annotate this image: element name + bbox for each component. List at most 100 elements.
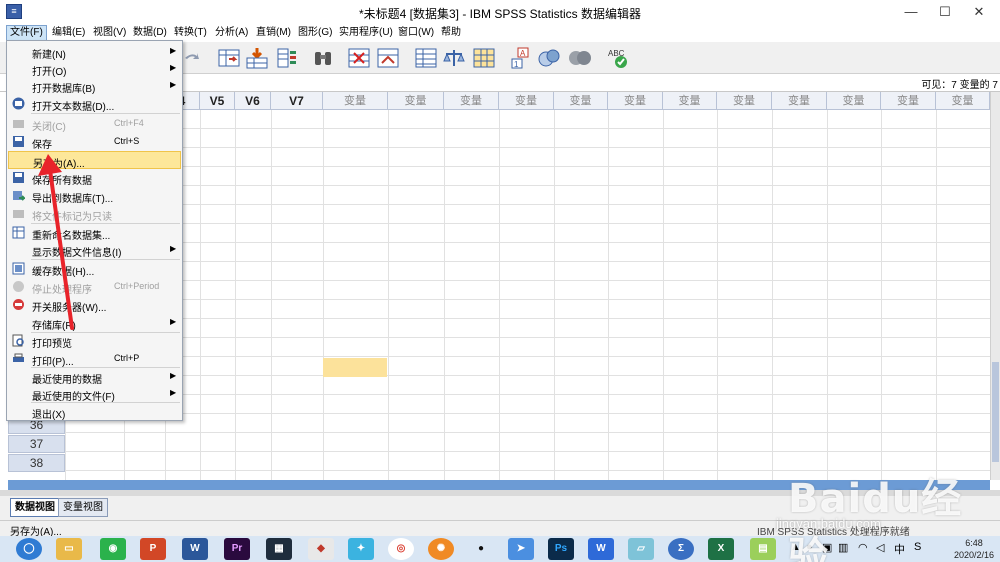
- scale-icon[interactable]: [442, 46, 466, 70]
- menu-help[interactable]: 帮助: [438, 25, 464, 41]
- tablet-icon[interactable]: ▱: [628, 538, 654, 560]
- menu-item-shortcut: Ctrl+F4: [114, 118, 144, 128]
- column-header[interactable]: 变量: [936, 92, 990, 110]
- menu-item-close[interactable]: 关闭(C) Ctrl+F4: [8, 115, 181, 133]
- swift-icon[interactable]: ➤: [508, 538, 534, 560]
- column-header[interactable]: 变量: [444, 92, 499, 110]
- fox-icon[interactable]: ✺: [428, 538, 454, 560]
- row-header[interactable]: 38: [8, 454, 65, 472]
- menu-item-shortcut: Ctrl+P: [114, 353, 140, 363]
- column-header[interactable]: V6: [235, 92, 271, 110]
- split-file-icon[interactable]: [347, 46, 371, 70]
- column-header[interactable]: 变量: [608, 92, 663, 110]
- premiere-icon[interactable]: Pr: [224, 538, 250, 560]
- menu-utilities[interactable]: 实用程序(U): [336, 25, 396, 41]
- menu-data[interactable]: 数据(D): [130, 25, 170, 41]
- powerpoint-icon[interactable]: P: [140, 538, 166, 560]
- minimize-button[interactable]: —: [894, 2, 928, 22]
- menu-item-repository[interactable]: 存储库(R) ▶: [8, 314, 181, 332]
- menu-window[interactable]: 窗口(W): [395, 25, 437, 41]
- column-header[interactable]: 变量: [881, 92, 936, 110]
- menu-view[interactable]: 视图(V): [90, 25, 129, 41]
- sets-icon[interactable]: [537, 46, 561, 70]
- close-button[interactable]: ✕: [962, 2, 996, 22]
- menu-transform[interactable]: 转换(T): [171, 25, 210, 41]
- column-header[interactable]: V7: [271, 92, 323, 110]
- menu-item-print-preview[interactable]: 打印预览: [8, 332, 181, 350]
- column-header[interactable]: 变量: [663, 92, 717, 110]
- menu-item-save-all-data[interactable]: 保存所有数据: [8, 169, 181, 187]
- column-header[interactable]: 变量: [717, 92, 772, 110]
- spss-icon[interactable]: Σ: [668, 538, 694, 560]
- video-editor-icon[interactable]: ▦: [266, 538, 292, 560]
- grid-line: [65, 204, 990, 205]
- start-icon[interactable]: ◯: [16, 538, 42, 560]
- tab-variable-view[interactable]: 变量视图: [58, 498, 108, 517]
- weight-cases-icon[interactable]: [376, 46, 400, 70]
- menu-item-cache-data[interactable]: 缓存数据(H)...: [8, 260, 181, 278]
- menu-item-save[interactable]: 保存 Ctrl+S: [8, 133, 181, 151]
- menu-graphs[interactable]: 图形(G): [295, 25, 335, 41]
- column-header[interactable]: 变量: [388, 92, 444, 110]
- menu-analyze[interactable]: 分析(A): [212, 25, 251, 41]
- column-header[interactable]: V5: [200, 92, 235, 110]
- column-header[interactable]: 变量: [772, 92, 827, 110]
- menu-item-open-text-data[interactable]: 打开文本数据(D)...: [8, 95, 181, 113]
- column-header[interactable]: 变量: [499, 92, 554, 110]
- redo-icon[interactable]: [184, 46, 200, 70]
- menu-direct-marketing[interactable]: 直销(M): [253, 25, 294, 41]
- wechat-icon[interactable]: ◉: [100, 538, 126, 560]
- column-header[interactable]: 变量: [323, 92, 388, 110]
- menu-edit[interactable]: 编辑(E): [49, 25, 88, 41]
- maximize-button[interactable]: ☐: [928, 2, 962, 22]
- menu-item-open-database[interactable]: 打开数据库(B) ▶: [8, 77, 181, 95]
- tab-data-view[interactable]: 数据视图: [10, 498, 60, 517]
- word-icon[interactable]: W: [182, 538, 208, 560]
- select-cases-icon[interactable]: [414, 46, 438, 70]
- wps-icon[interactable]: ◆: [308, 538, 334, 560]
- excel-icon[interactable]: X: [708, 538, 734, 560]
- chrome-icon[interactable]: ◎: [388, 538, 414, 560]
- column-header[interactable]: 变量: [827, 92, 881, 110]
- find-icon[interactable]: [311, 46, 335, 70]
- menu-item-label: 打印(P)...: [32, 357, 74, 368]
- go-to-case-icon[interactable]: [217, 46, 241, 70]
- qq-icon[interactable]: ●: [468, 538, 494, 560]
- row-header-scrollbar[interactable]: [8, 480, 65, 490]
- feather-icon[interactable]: ✦: [348, 538, 374, 560]
- spell-check-icon[interactable]: ABC: [606, 46, 630, 70]
- print-preview-icon: [12, 334, 25, 347]
- menu-item-label: 打开数据库(B): [32, 84, 96, 95]
- menu-item-rename-dataset[interactable]: 重新命名数据集...: [8, 224, 181, 242]
- value-labels-grid-icon[interactable]: [472, 46, 496, 70]
- menu-item-export-database[interactable]: 导出到数据库(T)...: [8, 187, 181, 205]
- insert-cases-icon[interactable]: [245, 46, 269, 70]
- variables-icon[interactable]: [275, 46, 299, 70]
- submenu-arrow-icon: ▶: [170, 317, 177, 326]
- vertical-scroll-thumb[interactable]: [992, 362, 999, 462]
- row-header[interactable]: 37: [8, 435, 65, 453]
- menu-item-stop-processor[interactable]: 停止处理程序 Ctrl+Period: [8, 278, 181, 296]
- menu-item-exit[interactable]: 退出(X): [8, 403, 181, 421]
- value-labels-icon[interactable]: A1: [510, 46, 534, 70]
- grid-line: [65, 394, 990, 395]
- menu-item-print[interactable]: 打印(P)... Ctrl+P: [8, 350, 181, 368]
- menu-item-open[interactable]: 打开(O) ▶: [8, 60, 181, 78]
- grid-line: [65, 166, 990, 167]
- menu-item-new[interactable]: 新建(N) ▶: [8, 43, 181, 61]
- selected-cell[interactable]: [323, 358, 387, 377]
- menu-item-save-as[interactable]: 另存为(A)...: [8, 151, 181, 170]
- show-all-variables-icon[interactable]: [568, 46, 592, 70]
- vertical-scrollbar[interactable]: [990, 92, 1000, 480]
- photoshop-icon[interactable]: Ps: [548, 538, 574, 560]
- menu-item-display-file-info[interactable]: 显示数据文件信息(I) ▶: [8, 241, 181, 259]
- menu-item-recent-data[interactable]: 最近使用的数据 ▶: [8, 368, 181, 386]
- menu-item-mark-read-only[interactable]: 将文件标记为只读: [8, 205, 181, 223]
- rename-icon: [12, 226, 25, 239]
- menu-file[interactable]: 文件(F): [6, 25, 47, 41]
- menu-item-recent-files[interactable]: 最近使用的文件(F) ▶: [8, 385, 181, 403]
- wps-writer-icon[interactable]: W: [588, 538, 614, 560]
- file-explorer-icon[interactable]: ▭: [56, 538, 82, 560]
- column-header[interactable]: 变量: [554, 92, 608, 110]
- menu-item-switch-server[interactable]: 开关服务器(W)...: [8, 296, 181, 314]
